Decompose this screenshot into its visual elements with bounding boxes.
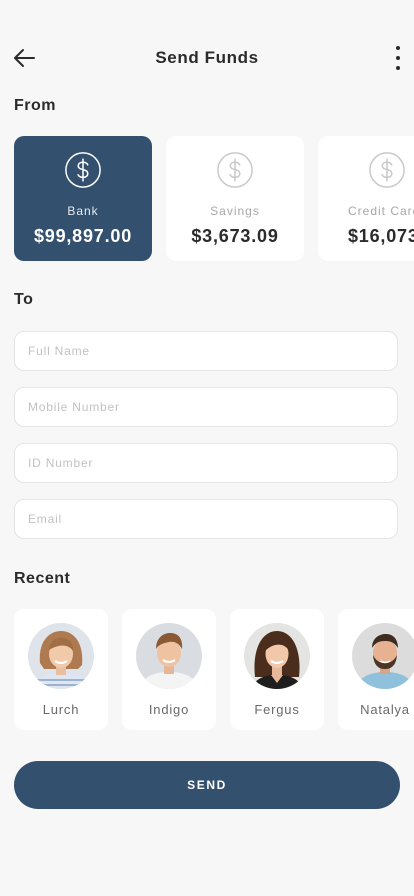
account-name: Bank — [67, 204, 99, 218]
from-label: From — [14, 97, 56, 114]
contact-card[interactable]: Lurch — [14, 609, 108, 730]
mobile-number-input[interactable] — [14, 387, 398, 427]
account-balance: $16,073. — [348, 226, 414, 246]
avatar — [352, 623, 414, 689]
more-options-button[interactable] — [390, 46, 406, 70]
dollar-coin-icon — [369, 152, 405, 188]
contact-name: Indigo — [148, 702, 190, 717]
avatar — [28, 623, 94, 689]
id-number-input[interactable] — [14, 443, 398, 483]
page-title: Send Funds — [155, 48, 259, 67]
email-input[interactable] — [14, 499, 398, 539]
account-card-bank[interactable]: Bank $99,897.00 — [14, 136, 152, 261]
dollar-coin-icon — [65, 152, 101, 188]
account-card-credit-card[interactable]: Credit Card $16,073. — [318, 136, 414, 261]
account-balance: $3,673.09 — [191, 226, 279, 246]
contact-name: Natalya — [360, 702, 410, 717]
account-name: Credit Card — [348, 204, 414, 218]
more-vertical-icon — [396, 46, 400, 50]
header-bar: Send Funds — [0, 36, 414, 80]
account-name: Savings — [210, 204, 260, 218]
recent-contacts-list: Lurch Indigo Fergus Natalya — [14, 609, 414, 730]
to-label: To — [14, 291, 34, 308]
avatar — [244, 623, 310, 689]
dollar-coin-icon — [217, 152, 253, 188]
account-list: Bank $99,897.00 Savings $3,673.09 Credit… — [14, 136, 414, 261]
account-card-savings[interactable]: Savings $3,673.09 — [166, 136, 304, 261]
account-balance: $99,897.00 — [33, 226, 133, 246]
recent-label: Recent — [14, 570, 71, 587]
contact-card[interactable]: Fergus — [230, 609, 324, 730]
send-button[interactable]: SEND — [14, 761, 400, 809]
contact-card[interactable]: Natalya — [338, 609, 414, 730]
avatar — [136, 623, 202, 689]
send-funds-screen: Send Funds From Bank $99,897.00 Savings … — [0, 0, 414, 896]
contact-name: Fergus — [254, 702, 300, 717]
full-name-input[interactable] — [14, 331, 398, 371]
contact-name: Lurch — [42, 702, 80, 717]
contact-card[interactable]: Indigo — [122, 609, 216, 730]
